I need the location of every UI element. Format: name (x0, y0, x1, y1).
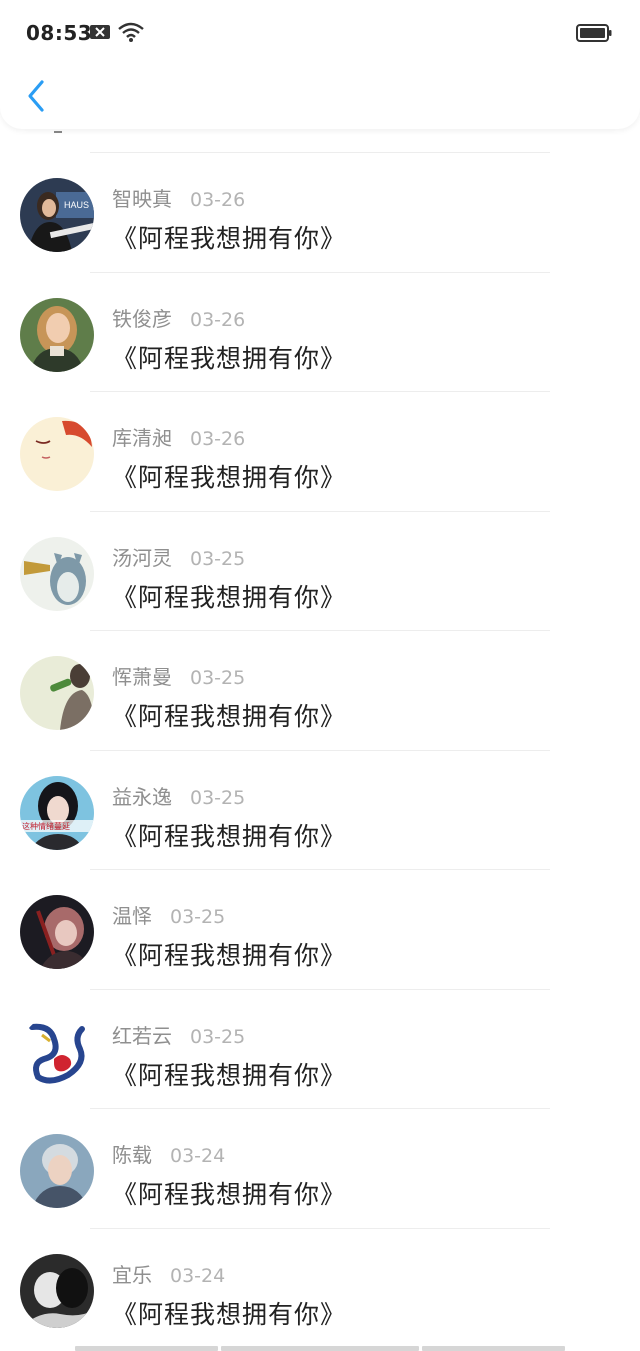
message-text: 《阿程我想拥有你》 (112, 1299, 347, 1329)
chevron-left-icon (28, 80, 44, 112)
avatar[interactable]: 这种情绪蔓延 (20, 775, 94, 850)
battery-icon (576, 24, 612, 42)
message-date: 03-25 (190, 547, 246, 570)
avatar[interactable] (20, 297, 94, 372)
svg-text:这种情绪蔓延: 这种情绪蔓延 (22, 821, 70, 831)
item-meta: 宜乐 03-24 (112, 1259, 225, 1288)
sender-name: 陈载 (112, 1143, 152, 1167)
message-date: 03-24 (170, 1145, 226, 1167)
message-date: 03-26 (190, 428, 246, 450)
sender-name: 宜乐 (112, 1262, 152, 1287)
item-meta: 恽萧曼 03-25 (112, 661, 245, 690)
message-date: 03-24 (170, 1264, 226, 1287)
list-item[interactable]: 陈载 03-24 《阿程我想拥有你》 (0, 1109, 640, 1229)
list-item[interactable]: HAUS 智映真 03-26 《阿程我想拥有你》 (0, 153, 640, 273)
sender-name: 智映真 (112, 187, 172, 211)
item-meta: 铁俊彦 03-26 (112, 303, 245, 332)
list-item[interactable]: 温怿 03-25 《阿程我想拥有你》 (0, 870, 640, 990)
message-text: 《阿程我想拥有你》 (112, 702, 347, 731)
status-time: 08:53 (26, 21, 93, 45)
footer-bar-segment (221, 1346, 419, 1351)
previous-item-remainder (0, 129, 640, 153)
message-text: 《阿程我想拥有你》 (112, 941, 347, 970)
item-meta: 智映真 03-26 (112, 183, 245, 212)
sender-name: 温怿 (112, 904, 152, 928)
avatar[interactable] (20, 1253, 94, 1328)
avatar[interactable] (20, 656, 94, 730)
message-text: 《阿程我想拥有你》 (112, 582, 347, 612)
message-text: 《阿程我想拥有你》 (112, 821, 347, 851)
message-date: 03-25 (190, 667, 246, 689)
message-date: 03-26 (190, 308, 246, 331)
avatar[interactable] (20, 536, 94, 611)
footer-bar-segment (75, 1346, 218, 1351)
item-meta: 温怿 03-25 (112, 900, 225, 929)
message-text: 《阿程我想拥有你》 (112, 224, 347, 253)
list-item[interactable]: 铁俊彦 03-26 《阿程我想拥有你》 (0, 273, 640, 392)
item-meta: 红若云 03-25 (112, 1020, 245, 1049)
avatar[interactable] (20, 895, 94, 969)
back-button[interactable] (18, 74, 54, 118)
list-item[interactable]: 汤河灵 03-25 《阿程我想拥有你》 (0, 512, 640, 631)
list-item[interactable]: 库清昶 03-26 《阿程我想拥有你》 (0, 392, 640, 512)
avatar[interactable] (20, 1134, 94, 1208)
cut-off-text (54, 131, 62, 133)
sender-name: 恽萧曼 (112, 665, 172, 689)
list-item[interactable]: 红若云 03-25 《阿程我想拥有你》 (0, 990, 640, 1109)
sender-name: 益永逸 (112, 784, 172, 809)
message-date: 03-25 (190, 1025, 246, 1048)
sender-name: 铁俊彦 (112, 306, 172, 331)
list-item[interactable]: 恽萧曼 03-25 《阿程我想拥有你》 (0, 631, 640, 751)
avatar[interactable] (20, 1014, 94, 1089)
wifi-icon (118, 22, 144, 46)
message-date: 03-26 (190, 189, 246, 211)
item-meta: 益永逸 03-25 (112, 781, 245, 810)
message-text: 《阿程我想拥有你》 (112, 1180, 347, 1209)
sender-name: 红若云 (112, 1023, 172, 1048)
header-card: 08:53 (0, 0, 640, 129)
item-meta: 库清昶 03-26 (112, 422, 245, 451)
message-date: 03-25 (170, 906, 226, 928)
scroll-footer-bars (75, 1346, 565, 1351)
message-text: 《阿程我想拥有你》 (112, 463, 347, 492)
footer-bar-segment (422, 1346, 565, 1351)
sender-name: 汤河灵 (112, 545, 172, 570)
avatar[interactable]: HAUS (20, 178, 94, 252)
list-item[interactable]: 宜乐 03-24 《阿程我想拥有你》 (0, 1229, 640, 1349)
message-text: 《阿程我想拥有你》 (112, 343, 347, 373)
notification-close-icon (90, 24, 110, 44)
message-date: 03-25 (190, 786, 246, 809)
status-icons (90, 22, 144, 46)
sender-name: 库清昶 (112, 426, 172, 450)
avatar[interactable] (20, 417, 94, 491)
item-meta: 汤河灵 03-25 (112, 542, 245, 571)
list-item[interactable]: 这种情绪蔓延 益永逸 03-25 《阿程我想拥有你》 (0, 751, 640, 870)
message-text: 《阿程我想拥有你》 (112, 1060, 347, 1090)
svg-text:HAUS: HAUS (64, 200, 89, 210)
message-list-screen: 08:53 HAUS 智映真 03-26 《阿程我想拥有你》 铁俊彦 03-26… (0, 0, 640, 1351)
item-meta: 陈载 03-24 (112, 1139, 225, 1168)
